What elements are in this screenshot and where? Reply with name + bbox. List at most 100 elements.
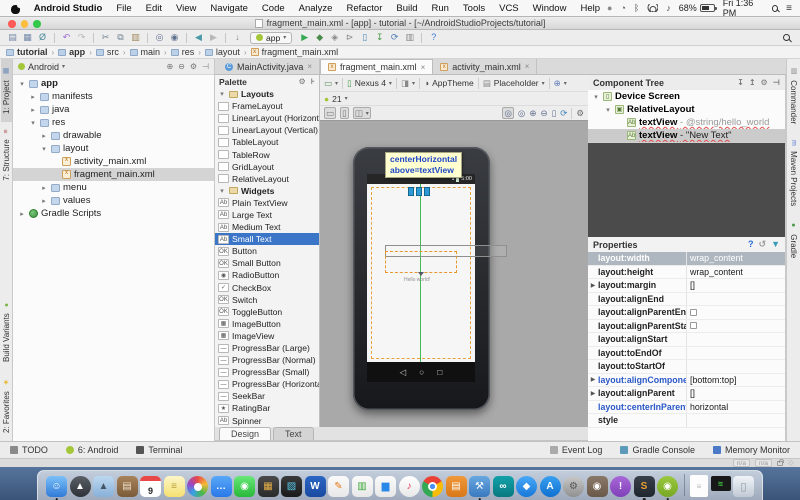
menu-tools[interactable]: Tools <box>456 3 492 14</box>
zoom-in-icon[interactable]: ⊕ <box>529 108 536 118</box>
property-row-layout-aligncomponent[interactable]: ▶layout:alignComponent[bottom:top] <box>588 373 785 387</box>
breadcrumb-main[interactable]: main <box>129 47 160 57</box>
property-row-layout-alignparentstart[interactable]: layout:alignParentStart <box>588 319 785 333</box>
system-preferences-icon[interactable]: ⚙ <box>563 476 584 497</box>
chevron-down-icon[interactable]: ▾ <box>592 93 600 101</box>
installer-icon[interactable]: ! <box>610 476 631 497</box>
component-relativelayout[interactable]: ▾ ▣ RelativeLayout <box>588 103 785 116</box>
project-tree-item-activity-main-xml[interactable]: activity_main.xml <box>13 155 214 168</box>
project-tree-item-menu[interactable]: ▸ menu <box>13 181 214 194</box>
toolwindow-7-structure[interactable]: 7: Structure ≡ <box>1 122 12 189</box>
volume-icon[interactable]: ♪ <box>666 3 671 13</box>
chevron-right-icon[interactable]: ▸ <box>18 210 26 218</box>
project-tree-item-layout[interactable]: ▾ layout <box>13 142 214 155</box>
api-level-selector[interactable]: ● 21 ▾ <box>324 94 348 104</box>
zoom-actual-icon[interactable]: ◎ <box>518 108 525 118</box>
help-icon[interactable]: ? <box>427 31 440 44</box>
synchronize-icon[interactable]: Ø <box>36 31 49 44</box>
breadcrumb-tutorial[interactable]: tutorial <box>6 47 48 57</box>
palette-item-imagebutton[interactable]: ▦ ImageButton <box>215 318 319 330</box>
placeholder-selector[interactable]: ▤ Placeholder ▾ <box>483 78 545 88</box>
gimp-icon[interactable]: ◉ <box>586 476 608 497</box>
redo-icon[interactable]: ↷ <box>75 31 88 44</box>
menu-view[interactable]: View <box>169 3 203 14</box>
close-icon[interactable]: × <box>421 63 426 72</box>
close-icon[interactable]: × <box>525 62 530 71</box>
expand-arrow-icon[interactable]: ▶ <box>588 376 598 383</box>
spotlight-icon[interactable] <box>771 4 779 12</box>
orientation-selector[interactable]: ◨ ▾ <box>401 78 415 88</box>
sdk-manager-icon[interactable]: ↧ <box>373 31 386 44</box>
copy-icon[interactable]: ⧉ <box>114 31 127 44</box>
property-row-layout-alignstart[interactable]: layout:alignStart <box>588 333 785 347</box>
safari-icon[interactable]: ◆ <box>516 476 537 497</box>
palette-item-button[interactable]: OK Button <box>215 245 319 257</box>
close-window-icon[interactable] <box>8 20 16 28</box>
messages-icon[interactable]: … <box>210 476 232 497</box>
word-icon[interactable]: W <box>304 476 326 497</box>
collapse-all-icon[interactable]: ↥ <box>749 78 756 87</box>
settings-icon[interactable]: ⚙ <box>190 62 197 71</box>
run-icon[interactable]: ▶ <box>298 31 311 44</box>
settings-icon[interactable]: ⚙ <box>576 108 584 118</box>
toolwindow-todo[interactable]: TODO <box>10 445 48 455</box>
palette-item-small-button[interactable]: OK Small Button <box>215 257 319 269</box>
finder-icon[interactable]: ☺ <box>46 476 67 500</box>
refresh-icon[interactable]: ⟳ <box>560 108 567 118</box>
toolwindow-gradle[interactable]: ● Gradle <box>788 214 799 266</box>
overlay-menu-icon[interactable]: ◫ ▾ <box>352 107 371 119</box>
palette-item-spinner[interactable]: Ab Spinner <box>215 415 319 427</box>
apple-menu-icon[interactable] <box>11 2 22 14</box>
palette-item-togglebutton[interactable]: OK ToggleButton <box>215 306 319 318</box>
tab-text[interactable]: Text <box>273 427 314 440</box>
toolwindow-2-favorites[interactable]: 2: Favorites ★ <box>1 370 12 441</box>
property-row-layout-alignend[interactable]: layout:alignEnd <box>588 292 785 306</box>
palette-item-tablerow[interactable]: TableRow <box>215 148 319 160</box>
menu-edit[interactable]: Edit <box>139 3 169 14</box>
editor-tab-mainactivity-java[interactable]: C MainActivity.java × <box>218 59 321 74</box>
menu-android-studio[interactable]: Android Studio <box>27 3 110 14</box>
menu-refactor[interactable]: Refactor <box>339 3 389 14</box>
project-tree-item-drawable[interactable]: ▸ drawable <box>13 129 214 142</box>
monitor-icon[interactable]: ▥ <box>403 31 416 44</box>
editor-tab-fragment-main-xml[interactable]: x fragment_main.xml × <box>320 59 434 74</box>
time-machine-icon[interactable]: ◔ <box>620 3 625 13</box>
itunes-icon[interactable]: ♪ <box>398 476 420 497</box>
palette-item-radiobutton[interactable]: ◉ RadioButton <box>215 269 319 281</box>
chevron-right-icon[interactable]: ▸ <box>40 132 48 140</box>
numbers-icon[interactable]: ▥ <box>351 476 373 497</box>
run-configuration-selector[interactable]: app ▾ <box>250 31 293 44</box>
photos-icon[interactable] <box>187 476 208 497</box>
checkbox[interactable] <box>690 308 697 316</box>
palette-item-ratingbar[interactable]: ★ RatingBar <box>215 402 319 414</box>
project-tree-item-fragment-main-xml[interactable]: fragment_main.xml <box>13 168 214 181</box>
notification-center-icon[interactable]: ≡ <box>786 3 792 14</box>
facetime-icon[interactable]: ◉ <box>234 476 255 497</box>
zoom-window-icon[interactable] <box>33 20 41 28</box>
toolwindow-6-android[interactable]: 6: Android <box>65 445 118 455</box>
property-row-layout-toendof[interactable]: layout:toEndOf <box>588 346 785 360</box>
palette-item-gridlayout[interactable]: GridLayout <box>215 161 319 173</box>
find-icon[interactable]: ◎ <box>153 31 166 44</box>
notes-icon[interactable]: ≡ <box>163 476 185 497</box>
android-studio-icon[interactable]: ◉ <box>657 476 678 500</box>
palette-item-linearlayout-horizontal[interactable]: LinearLayout (Horizontal) <box>215 112 319 124</box>
device-frame-icon[interactable]: ▯ <box>340 107 349 119</box>
paste-icon[interactable]: ▥ <box>129 31 142 44</box>
property-row-style[interactable]: style <box>588 414 785 428</box>
pages-icon[interactable]: ✎ <box>328 476 349 497</box>
palette-item-progressbar-small[interactable]: — ProgressBar (Small) <box>215 366 319 378</box>
breadcrumb-res[interactable]: res <box>170 47 194 57</box>
chevron-right-icon[interactable]: ▸ <box>29 106 37 114</box>
property-row-layout-height[interactable]: layout:height wrap_content <box>588 265 785 279</box>
palette-item-relativelayout[interactable]: RelativeLayout <box>215 173 319 185</box>
zoom-page-icon[interactable]: ▯ <box>552 108 557 118</box>
project-tree-item-java[interactable]: ▸ java <box>13 103 214 116</box>
project-tree-item-values[interactable]: ▸ values <box>13 194 214 207</box>
photo-booth-icon[interactable]: ▦ <box>257 476 279 497</box>
toolwindow-memory-monitor[interactable]: Memory Monitor <box>712 445 790 455</box>
settings-icon[interactable]: ⚙ <box>298 77 305 86</box>
app-store-icon[interactable]: A <box>539 476 561 497</box>
launchpad-icon[interactable]: ▲ <box>69 476 91 497</box>
editor-tab-activity-main-xml[interactable]: x activity_main.xml × <box>433 59 538 74</box>
